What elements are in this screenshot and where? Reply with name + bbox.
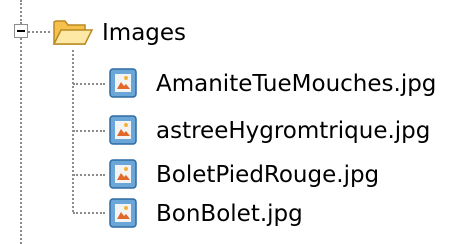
open-folder-icon bbox=[52, 20, 94, 45]
tree-line-left-trunk-lower bbox=[20, 38, 22, 244]
tree-node-file[interactable]: astreeHygromtrique.jpg bbox=[108, 115, 468, 147]
tree-line-file-connector bbox=[73, 83, 105, 85]
jpg-image-file-icon bbox=[109, 159, 137, 189]
tree-node-file[interactable]: BoletPiedRouge.jpg bbox=[108, 159, 468, 191]
tree-line-file-connector bbox=[73, 174, 105, 176]
tree-line-file-connector bbox=[73, 130, 105, 132]
file-label: AmaniteTueMouches.jpg bbox=[156, 71, 437, 97]
tree-node-file[interactable]: AmaniteTueMouches.jpg bbox=[108, 68, 468, 100]
file-label: BoletPiedRouge.jpg bbox=[156, 162, 380, 188]
collapse-toggle-icon[interactable] bbox=[14, 24, 28, 38]
jpg-image-file-icon bbox=[109, 198, 137, 228]
tree-line-folder-connector bbox=[28, 31, 50, 33]
jpg-image-file-icon bbox=[109, 115, 137, 145]
file-label: astreeHygromtrique.jpg bbox=[156, 118, 431, 144]
tree-line-left-trunk bbox=[20, 0, 22, 24]
file-label: BonBolet.jpg bbox=[156, 201, 303, 227]
tree-node-file[interactable]: BonBolet.jpg bbox=[108, 198, 468, 230]
file-tree: Images AmaniteTueMouches.jpg astreeHygro… bbox=[0, 0, 473, 244]
jpg-image-file-icon bbox=[109, 68, 137, 98]
folder-label: Images bbox=[102, 20, 187, 46]
tree-line-file-connector bbox=[73, 212, 105, 214]
